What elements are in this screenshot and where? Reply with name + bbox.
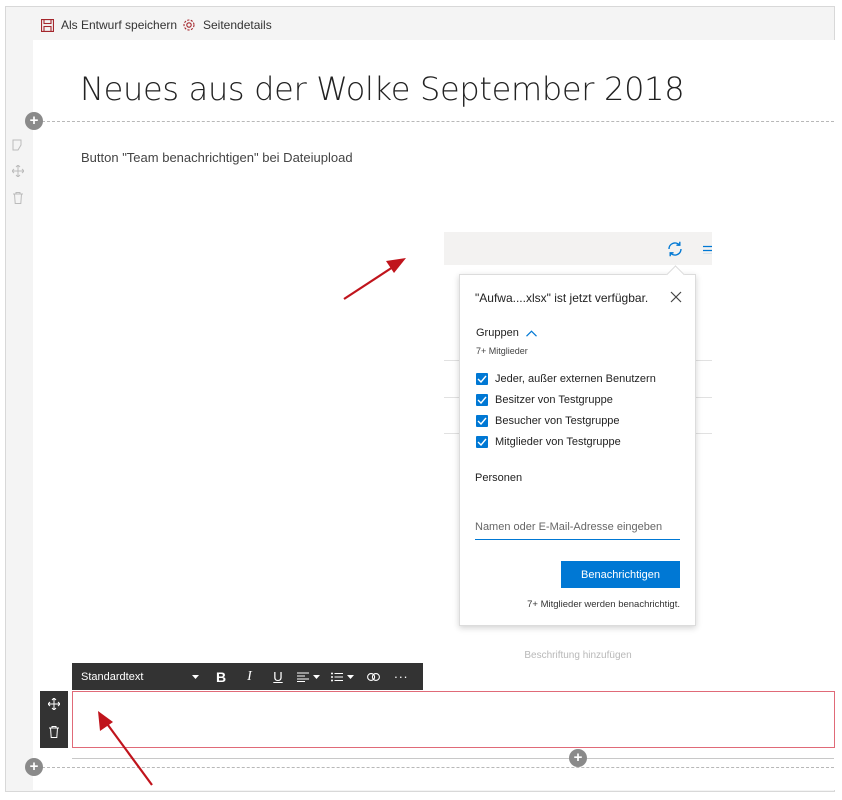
annotation-arrows	[98, 258, 406, 786]
annotation-arrow	[343, 258, 406, 300]
annotation-arrow	[98, 711, 153, 786]
